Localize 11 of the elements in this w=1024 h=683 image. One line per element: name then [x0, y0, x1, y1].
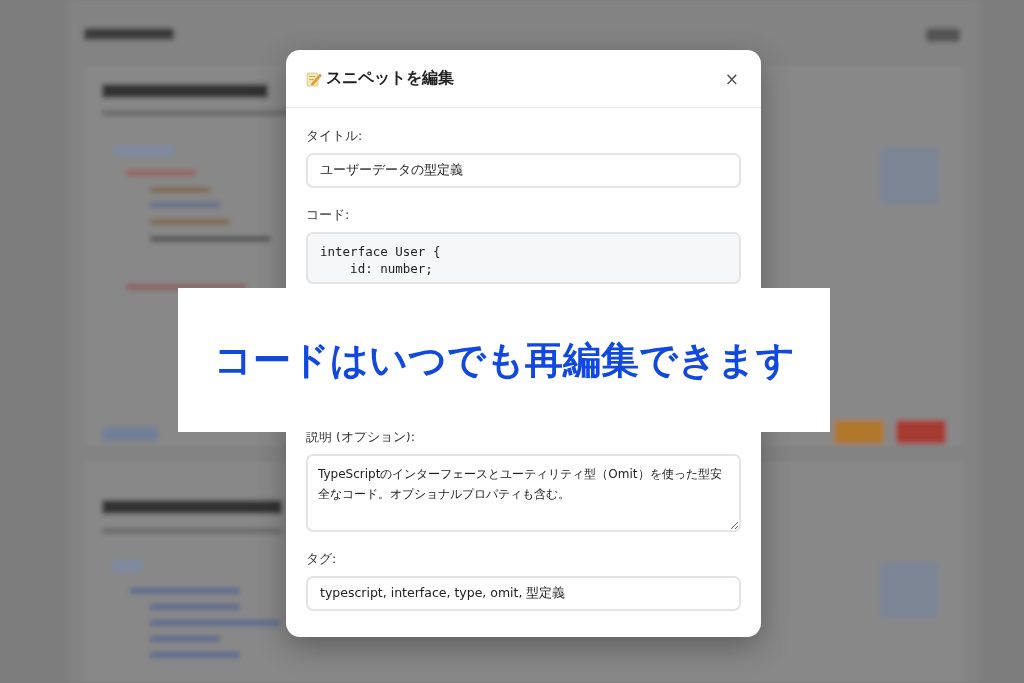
memo-icon	[306, 70, 322, 87]
field-label: コード:	[306, 207, 351, 224]
close-button[interactable]: ×	[722, 68, 741, 89]
description-field[interactable]: TypeScriptのインターフェースとユーティリティ型（Omit）を使った型安全なコード。オプショナルプロパティも含む。	[306, 454, 741, 532]
banner-text: コードはいつでも再編集できます	[213, 336, 795, 384]
code-field[interactable]: interface User { id: number;	[306, 232, 741, 284]
field-label: タグ:	[306, 551, 338, 568]
input-field[interactable]: ユーザーデータの型定義	[306, 153, 741, 188]
field-label: タイトル:	[306, 128, 364, 145]
dialog-title: スニペットを編集	[326, 68, 455, 89]
input-field[interactable]: typescript, interface, type, omit, 型定義	[306, 576, 741, 611]
